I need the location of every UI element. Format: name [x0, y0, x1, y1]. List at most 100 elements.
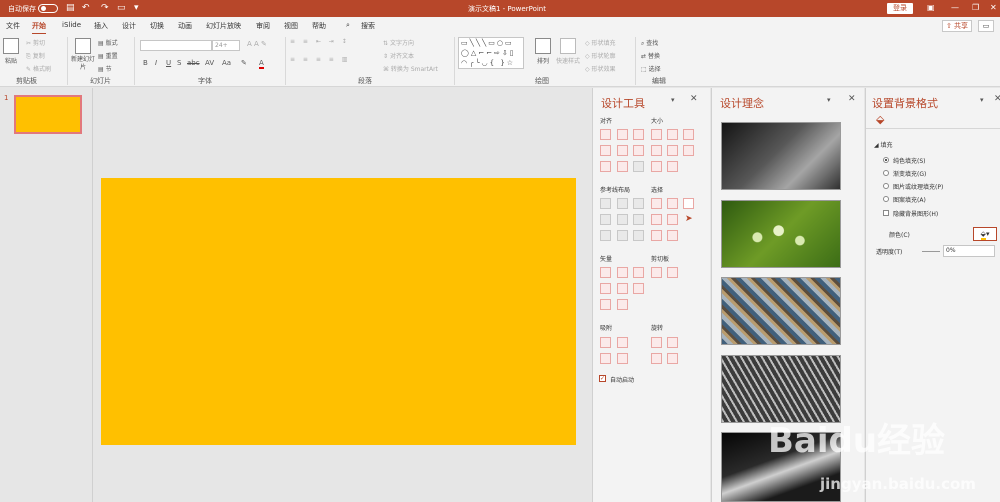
change-case-button[interactable]: Aa: [222, 59, 231, 67]
share-button[interactable]: ⇧ 共享: [942, 20, 972, 32]
solid-fill-radio[interactable]: [883, 157, 889, 163]
design-idea-thumbnail[interactable]: [721, 200, 841, 268]
present-icon[interactable]: ▭: [117, 3, 126, 13]
same-height-button[interactable]: [667, 129, 678, 140]
guide-button[interactable]: [633, 230, 644, 241]
undo-icon[interactable]: ↶: [82, 3, 90, 13]
tab-search[interactable]: 搜索: [361, 21, 375, 31]
select-area-button[interactable]: [651, 230, 662, 241]
guide-button[interactable]: [633, 198, 644, 209]
shape-effects-button[interactable]: ◇ 形状效果: [585, 64, 616, 73]
slide-thumbnail[interactable]: [14, 95, 82, 134]
comments-icon[interactable]: ▭: [978, 20, 994, 32]
vector-intersect-button[interactable]: [600, 283, 611, 294]
pattern-fill-radio[interactable]: [883, 196, 889, 202]
select-same-button[interactable]: [667, 198, 678, 209]
guide-button[interactable]: [617, 230, 628, 241]
fill-bucket-icon[interactable]: ⬙: [876, 113, 884, 126]
align-top-button[interactable]: [600, 145, 611, 156]
guide-button[interactable]: [600, 198, 611, 209]
customize-icon[interactable]: ▾: [134, 3, 139, 13]
tab-design[interactable]: 设计: [122, 21, 136, 31]
align-left-button[interactable]: [600, 129, 611, 140]
format-painter-button[interactable]: ✎ 格式刷: [26, 64, 51, 73]
search-icon[interactable]: ⌕: [346, 21, 350, 30]
color-picker-button[interactable]: ⬙▾: [973, 227, 997, 241]
strikethrough-button[interactable]: abc: [187, 59, 200, 67]
close-pane-icon[interactable]: ✕: [848, 94, 856, 104]
replace-button[interactable]: ⇄ 替换: [641, 51, 660, 60]
bold-button[interactable]: B: [143, 59, 148, 67]
tab-home[interactable]: 开始: [32, 21, 46, 35]
resize-left-button[interactable]: [651, 161, 662, 172]
close-icon[interactable]: ✕: [990, 3, 997, 12]
align-bottom-button[interactable]: [633, 145, 644, 156]
design-idea-thumbnail[interactable]: [721, 277, 841, 345]
alignment-buttons[interactable]: ≡ ≡ ≡ ≡ ▥: [290, 56, 350, 63]
transparency-slider[interactable]: [922, 251, 940, 252]
tab-view[interactable]: 视图: [284, 21, 298, 31]
cursor-icon[interactable]: ➤: [685, 214, 693, 224]
same-size-button[interactable]: [683, 129, 694, 140]
close-pane-icon[interactable]: ✕: [994, 94, 1000, 104]
rotate-right-button[interactable]: [667, 337, 678, 348]
text-direction-button[interactable]: ⇅ 文字方向: [383, 38, 414, 47]
find-button[interactable]: ⌕ 查找: [641, 38, 658, 48]
redo-icon[interactable]: ↷: [101, 3, 109, 13]
picture-fill-radio[interactable]: [883, 183, 889, 189]
clipboard-copy-button[interactable]: [651, 267, 662, 278]
guide-button[interactable]: [617, 214, 628, 225]
tab-insert[interactable]: 插入: [94, 21, 108, 31]
pane-options-icon[interactable]: ▾: [980, 96, 984, 104]
slide-canvas[interactable]: [101, 178, 576, 445]
new-slide-button[interactable]: 新建幻灯片: [70, 38, 96, 72]
minimize-icon[interactable]: —: [951, 3, 959, 12]
magic-select-icon[interactable]: [683, 198, 694, 209]
resize-right-button[interactable]: [667, 161, 678, 172]
snap-top-button[interactable]: [600, 353, 611, 364]
select-group-button[interactable]: [651, 214, 662, 225]
tab-islide[interactable]: iSlide: [62, 21, 81, 29]
guide-button[interactable]: [633, 214, 644, 225]
design-idea-thumbnail[interactable]: [721, 122, 841, 190]
close-pane-icon[interactable]: ✕: [690, 94, 698, 104]
hide-graphics-checkbox[interactable]: [883, 210, 889, 216]
align-text-button[interactable]: ⇕ 对齐文本: [383, 51, 414, 60]
list-buttons[interactable]: ≡ ≡ ⇤ ⇥ ↕: [290, 38, 350, 45]
tab-slideshow[interactable]: 幻灯片放映: [206, 21, 241, 31]
select-inverse-button[interactable]: [667, 214, 678, 225]
reset-button[interactable]: ▤ 重置: [98, 51, 118, 60]
align-middle-button[interactable]: [617, 145, 628, 156]
pane-options-icon[interactable]: ▾: [827, 96, 831, 104]
vector-subtract-button[interactable]: [617, 283, 628, 294]
copy-button[interactable]: ⎘ 复制: [26, 51, 45, 61]
font-name-input[interactable]: [140, 40, 212, 51]
guide-button[interactable]: [617, 198, 628, 209]
select-similar-button[interactable]: [651, 198, 662, 209]
pane-options-icon[interactable]: ▾: [671, 96, 675, 104]
select-button[interactable]: ⬚ 选择: [641, 64, 661, 73]
quick-styles-button[interactable]: 快速样式: [556, 38, 580, 65]
shape-fill-button[interactable]: ◇ 形状填充: [585, 38, 616, 47]
italic-button[interactable]: I: [155, 59, 157, 67]
vector-fragment-button[interactable]: [633, 267, 644, 278]
smartart-button[interactable]: ⌘ 转换为 SmartArt: [383, 64, 438, 73]
ribbon-display-icon[interactable]: ▣: [927, 3, 935, 12]
shape-outline-button[interactable]: ◇ 形状轮廓: [585, 51, 616, 60]
arrange-button[interactable]: 排列: [535, 38, 551, 65]
tab-help[interactable]: 帮助: [312, 21, 326, 31]
same-width-button[interactable]: [651, 129, 662, 140]
section-button[interactable]: ▤ 节: [98, 64, 112, 73]
cut-button[interactable]: ✂ 剪切: [26, 38, 45, 47]
transparency-input[interactable]: 0%: [943, 245, 995, 257]
fill-section-toggle[interactable]: ◢ 填充: [874, 140, 893, 149]
paste-button[interactable]: 粘贴: [3, 38, 19, 65]
align-right-button[interactable]: [633, 129, 644, 140]
tab-file[interactable]: 文件: [6, 21, 20, 31]
guide-button[interactable]: [600, 230, 611, 241]
flip-v-button[interactable]: [667, 353, 678, 364]
tab-transitions[interactable]: 切换: [150, 21, 164, 31]
snap-left-button[interactable]: [600, 337, 611, 348]
font-color-button[interactable]: A: [259, 59, 264, 69]
save-icon[interactable]: ▤: [66, 3, 75, 13]
